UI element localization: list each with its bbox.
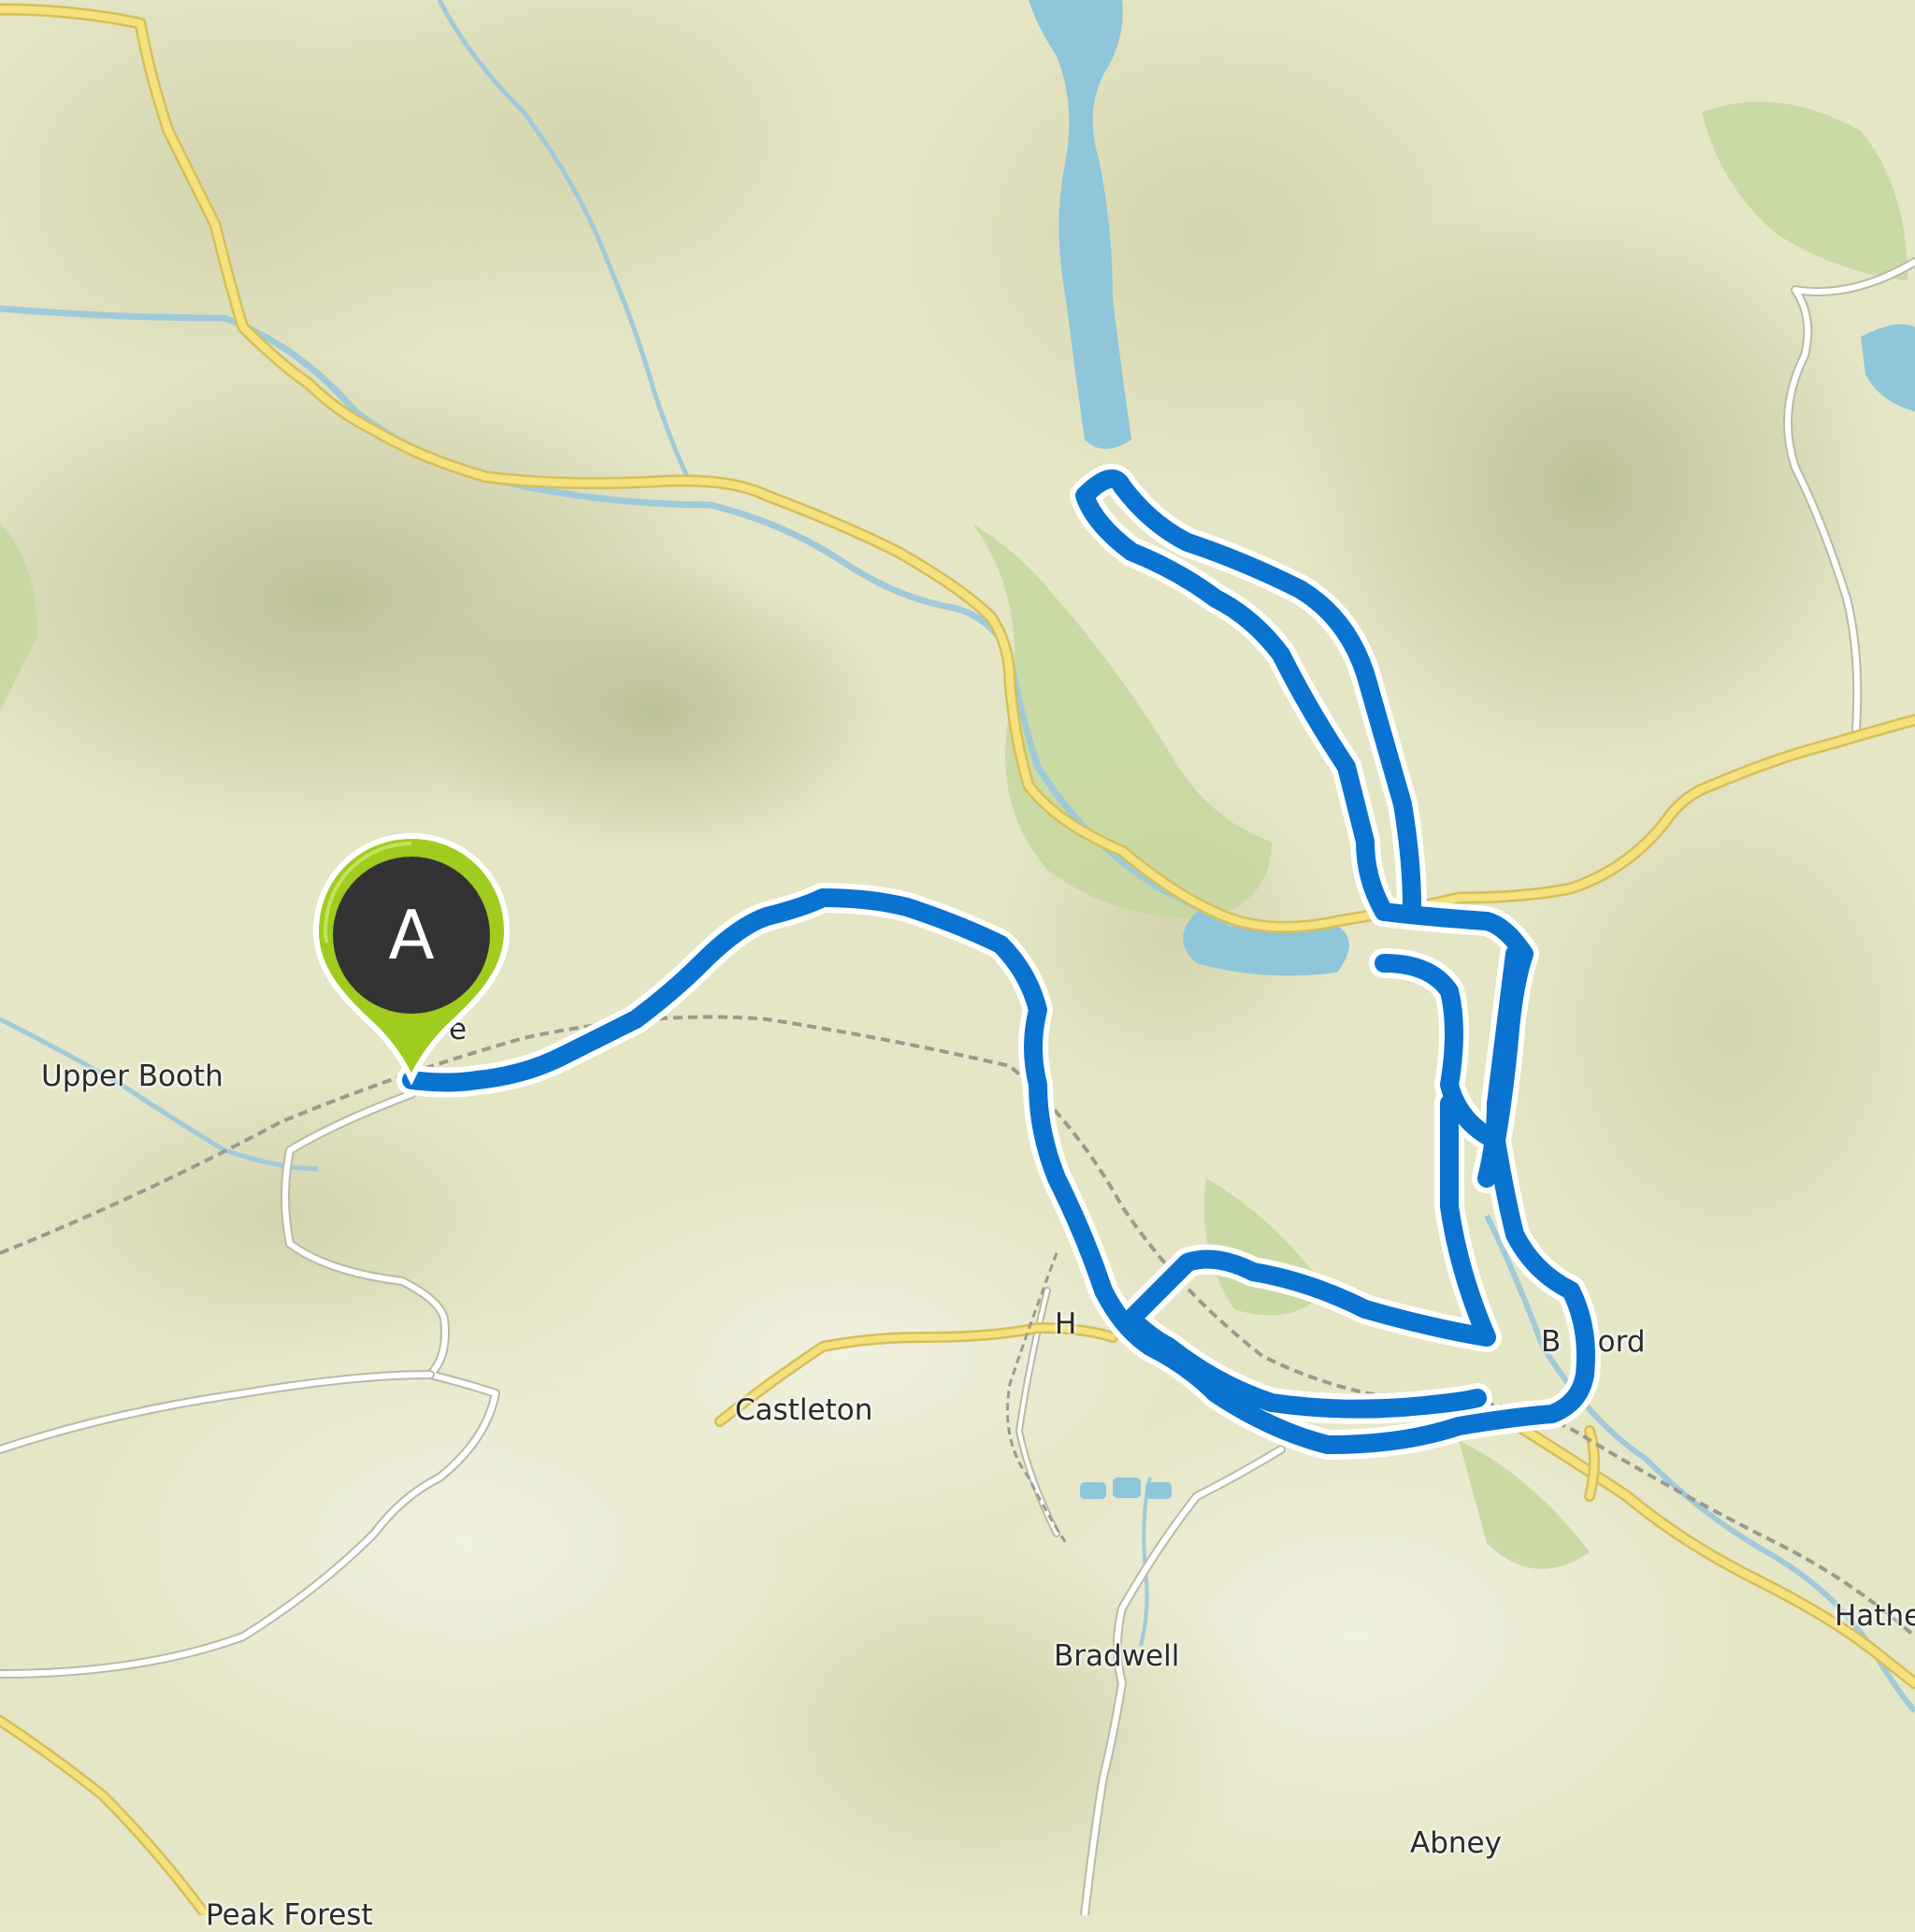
pond: [1145, 1482, 1172, 1499]
place-label-hathersage: Hathe: [1835, 1599, 1915, 1633]
pond: [1113, 1478, 1141, 1498]
place-label-peak-forest: Peak Forest: [206, 1898, 373, 1932]
place-label-bradwell: Bradwell: [1054, 1639, 1180, 1673]
place-label-abney: Abney: [1410, 1826, 1502, 1860]
place-label-h-fragment: H: [1055, 1307, 1077, 1341]
place-label-upper-booth: Upper Booth: [41, 1060, 223, 1093]
start-marker-label: A: [388, 896, 435, 974]
map-canvas[interactable]: [0, 0, 1915, 1915]
pond: [1080, 1482, 1106, 1499]
start-marker[interactable]: A: [307, 830, 516, 1086]
place-label-castleton: Castleton: [735, 1393, 873, 1427]
place-label-bamford: B ord: [1541, 1325, 1646, 1359]
